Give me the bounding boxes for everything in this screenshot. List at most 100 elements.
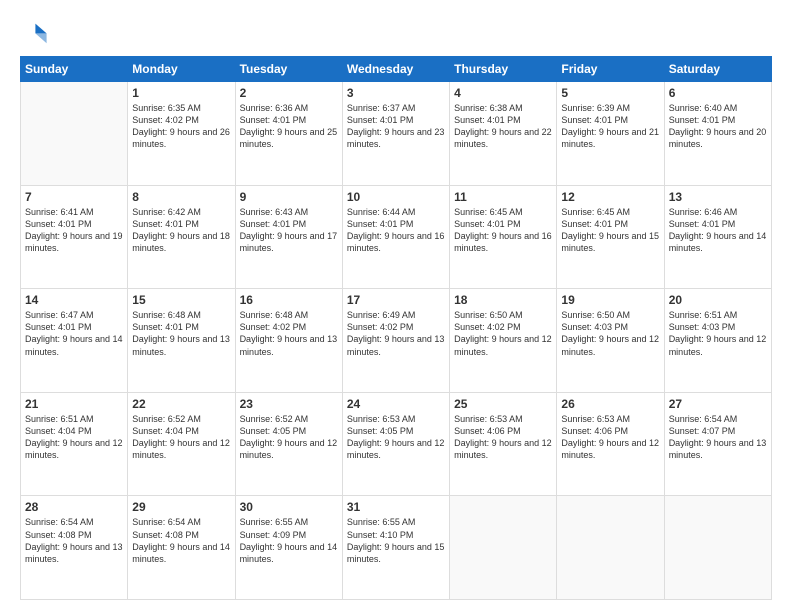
calendar-cell: 20 Sunrise: 6:51 AMSunset: 4:03 PMDayligh… — [664, 289, 771, 393]
day-info: Sunrise: 6:47 AMSunset: 4:01 PMDaylight:… — [25, 309, 123, 358]
week-row-1: 7Sunrise: 6:41 AMSunset: 4:01 PMDaylight… — [21, 185, 772, 289]
calendar-cell — [21, 82, 128, 186]
day-info: Sunrise: 6:53 AMSunset: 4:05 PMDaylight:… — [347, 413, 445, 462]
day-info: Sunrise: 6:35 AMSunset: 4:02 PMDaylight:… — [132, 102, 230, 151]
day-number: 20 — [669, 293, 767, 307]
day-info: Sunrise: 6:51 AMSunset: 4:03 PMDaylight:… — [669, 309, 767, 358]
day-info: Sunrise: 6:44 AMSunset: 4:01 PMDaylight:… — [347, 206, 445, 255]
calendar-cell: 13 Sunrise: 6:46 AMSunset: 4:01 PMDayligh… — [664, 185, 771, 289]
day-number: 26 — [561, 397, 659, 411]
calendar-cell: 5 Sunrise: 6:39 AMSunset: 4:01 PMDaylight… — [557, 82, 664, 186]
day-info: Sunrise: 6:51 AMSunset: 4:04 PMDaylight:… — [25, 413, 123, 462]
calendar-cell: 25Sunrise: 6:53 AMSunset: 4:06 PMDayligh… — [450, 392, 557, 496]
day-number: 23 — [240, 397, 338, 411]
day-number: 1 — [132, 86, 230, 100]
calendar-body: 1 Sunrise: 6:35 AMSunset: 4:02 PMDaylight… — [21, 82, 772, 600]
calendar-cell — [450, 496, 557, 600]
day-info: Sunrise: 6:40 AMSunset: 4:01 PMDaylight:… — [669, 102, 767, 151]
calendar-table: SundayMondayTuesdayWednesdayThursdayFrid… — [20, 56, 772, 600]
calendar-cell: 4 Sunrise: 6:38 AMSunset: 4:01 PMDaylight… — [450, 82, 557, 186]
logo-icon — [20, 18, 48, 46]
day-number: 16 — [240, 293, 338, 307]
day-info: Sunrise: 6:53 AMSunset: 4:06 PMDaylight:… — [561, 413, 659, 462]
day-info: Sunrise: 6:42 AMSunset: 4:01 PMDaylight:… — [132, 206, 230, 255]
day-number: 11 — [454, 190, 552, 204]
day-number: 30 — [240, 500, 338, 514]
calendar-cell: 12Sunrise: 6:45 AMSunset: 4:01 PMDayligh… — [557, 185, 664, 289]
day-info: Sunrise: 6:54 AMSunset: 4:07 PMDaylight:… — [669, 413, 767, 462]
header-day-friday: Friday — [557, 57, 664, 82]
day-info: Sunrise: 6:55 AMSunset: 4:09 PMDaylight:… — [240, 516, 338, 565]
day-info: Sunrise: 6:37 AMSunset: 4:01 PMDaylight:… — [347, 102, 445, 151]
header-day-monday: Monday — [128, 57, 235, 82]
calendar-cell — [557, 496, 664, 600]
page: SundayMondayTuesdayWednesdayThursdayFrid… — [0, 0, 792, 612]
header — [20, 18, 772, 46]
day-number: 22 — [132, 397, 230, 411]
week-row-3: 21 Sunrise: 6:51 AMSunset: 4:04 PMDayligh… — [21, 392, 772, 496]
day-number: 21 — [25, 397, 123, 411]
calendar-cell: 18Sunrise: 6:50 AMSunset: 4:02 PMDayligh… — [450, 289, 557, 393]
day-number: 31 — [347, 500, 445, 514]
day-number: 18 — [454, 293, 552, 307]
day-info: Sunrise: 6:55 AMSunset: 4:10 PMDaylight:… — [347, 516, 445, 565]
calendar-cell: 2Sunrise: 6:36 AMSunset: 4:01 PMDaylight… — [235, 82, 342, 186]
day-info: Sunrise: 6:46 AMSunset: 4:01 PMDaylight:… — [669, 206, 767, 255]
header-row: SundayMondayTuesdayWednesdayThursdayFrid… — [21, 57, 772, 82]
header-day-wednesday: Wednesday — [342, 57, 449, 82]
day-info: Sunrise: 6:54 AMSunset: 4:08 PMDaylight:… — [132, 516, 230, 565]
day-info: Sunrise: 6:45 AMSunset: 4:01 PMDaylight:… — [561, 206, 659, 255]
day-number: 28 — [25, 500, 123, 514]
day-info: Sunrise: 6:49 AMSunset: 4:02 PMDaylight:… — [347, 309, 445, 358]
calendar-cell: 17 Sunrise: 6:49 AMSunset: 4:02 PMDayligh… — [342, 289, 449, 393]
calendar-cell: 28 Sunrise: 6:54 AMSunset: 4:08 PMDayligh… — [21, 496, 128, 600]
day-number: 5 — [561, 86, 659, 100]
day-number: 15 — [132, 293, 230, 307]
day-number: 29 — [132, 500, 230, 514]
calendar-cell: 11Sunrise: 6:45 AMSunset: 4:01 PMDayligh… — [450, 185, 557, 289]
calendar-cell: 8Sunrise: 6:42 AMSunset: 4:01 PMDaylight… — [128, 185, 235, 289]
day-info: Sunrise: 6:41 AMSunset: 4:01 PMDaylight:… — [25, 206, 123, 255]
calendar-cell: 27 Sunrise: 6:54 AMSunset: 4:07 PMDayligh… — [664, 392, 771, 496]
day-info: Sunrise: 6:52 AMSunset: 4:04 PMDaylight:… — [132, 413, 230, 462]
day-info: Sunrise: 6:54 AMSunset: 4:08 PMDaylight:… — [25, 516, 123, 565]
day-number: 14 — [25, 293, 123, 307]
calendar-cell: 19 Sunrise: 6:50 AMSunset: 4:03 PMDayligh… — [557, 289, 664, 393]
day-number: 17 — [347, 293, 445, 307]
week-row-0: 1 Sunrise: 6:35 AMSunset: 4:02 PMDaylight… — [21, 82, 772, 186]
day-number: 27 — [669, 397, 767, 411]
day-number: 9 — [240, 190, 338, 204]
calendar-cell: 9 Sunrise: 6:43 AMSunset: 4:01 PMDaylight… — [235, 185, 342, 289]
week-row-2: 14 Sunrise: 6:47 AMSunset: 4:01 PMDayligh… — [21, 289, 772, 393]
calendar-cell: 1 Sunrise: 6:35 AMSunset: 4:02 PMDaylight… — [128, 82, 235, 186]
day-number: 10 — [347, 190, 445, 204]
day-info: Sunrise: 6:38 AMSunset: 4:01 PMDaylight:… — [454, 102, 552, 151]
day-info: Sunrise: 6:48 AMSunset: 4:02 PMDaylight:… — [240, 309, 338, 358]
day-number: 3 — [347, 86, 445, 100]
calendar-cell: 29 Sunrise: 6:54 AMSunset: 4:08 PMDayligh… — [128, 496, 235, 600]
day-info: Sunrise: 6:50 AMSunset: 4:03 PMDaylight:… — [561, 309, 659, 358]
day-info: Sunrise: 6:48 AMSunset: 4:01 PMDaylight:… — [132, 309, 230, 358]
calendar-cell: 22 Sunrise: 6:52 AMSunset: 4:04 PMDayligh… — [128, 392, 235, 496]
header-day-tuesday: Tuesday — [235, 57, 342, 82]
header-day-thursday: Thursday — [450, 57, 557, 82]
week-row-4: 28 Sunrise: 6:54 AMSunset: 4:08 PMDayligh… — [21, 496, 772, 600]
calendar-cell: 7Sunrise: 6:41 AMSunset: 4:01 PMDaylight… — [21, 185, 128, 289]
calendar-cell: 21 Sunrise: 6:51 AMSunset: 4:04 PMDayligh… — [21, 392, 128, 496]
calendar-cell: 30 Sunrise: 6:55 AMSunset: 4:09 PMDayligh… — [235, 496, 342, 600]
day-number: 4 — [454, 86, 552, 100]
header-day-saturday: Saturday — [664, 57, 771, 82]
calendar-cell: 23Sunrise: 6:52 AMSunset: 4:05 PMDayligh… — [235, 392, 342, 496]
calendar-cell: 31 Sunrise: 6:55 AMSunset: 4:10 PMDayligh… — [342, 496, 449, 600]
header-day-sunday: Sunday — [21, 57, 128, 82]
day-number: 13 — [669, 190, 767, 204]
day-number: 19 — [561, 293, 659, 307]
calendar-cell: 16 Sunrise: 6:48 AMSunset: 4:02 PMDayligh… — [235, 289, 342, 393]
calendar-header: SundayMondayTuesdayWednesdayThursdayFrid… — [21, 57, 772, 82]
day-info: Sunrise: 6:53 AMSunset: 4:06 PMDaylight:… — [454, 413, 552, 462]
day-number: 6 — [669, 86, 767, 100]
calendar-cell — [664, 496, 771, 600]
calendar-cell: 3 Sunrise: 6:37 AMSunset: 4:01 PMDaylight… — [342, 82, 449, 186]
day-info: Sunrise: 6:39 AMSunset: 4:01 PMDaylight:… — [561, 102, 659, 151]
day-info: Sunrise: 6:43 AMSunset: 4:01 PMDaylight:… — [240, 206, 338, 255]
